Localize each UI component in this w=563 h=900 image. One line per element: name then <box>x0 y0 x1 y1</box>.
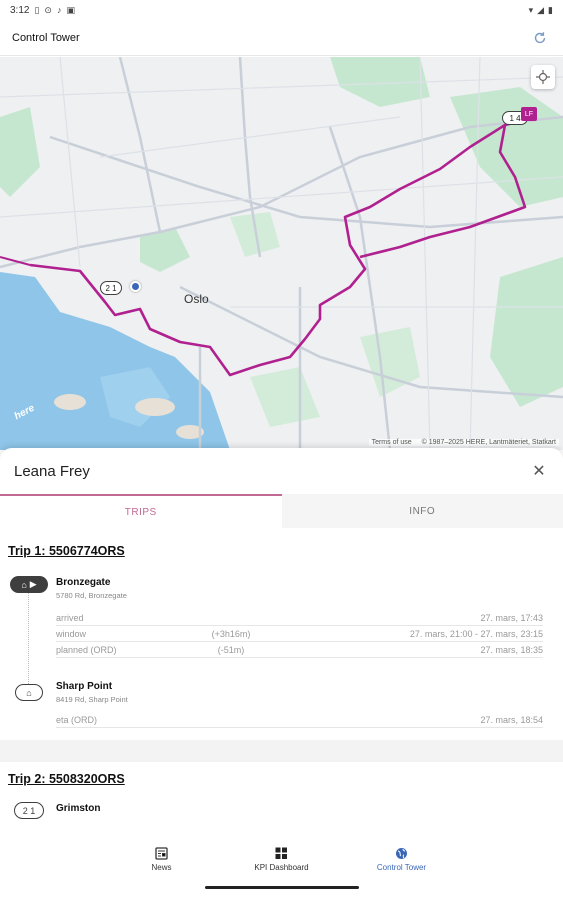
status-bar: 3:12 ▯ ⊙ ♪ ▣ ▾ ◢ ▮ <box>0 0 563 20</box>
bottom-nav: News KPI Dashboard Control Tower <box>0 842 563 900</box>
row-label: eta (ORD) <box>56 715 98 725</box>
stop-address: 8419 Rd, Sharp Point <box>56 695 128 704</box>
row-delta <box>186 712 276 727</box>
row-label: planned (ORD) <box>56 645 117 655</box>
map-marker-driver[interactable]: LF <box>521 107 537 121</box>
battery-icon: ▮ <box>548 4 553 15</box>
stop-marker: 2 1 <box>14 802 44 819</box>
stop-name: Bronzegate <box>56 577 111 588</box>
nav-kpi-label: KPI Dashboard <box>254 863 309 872</box>
square-icon: ▣ <box>66 4 75 15</box>
row-value: 27. mars, 18:35 <box>480 645 543 655</box>
play-icon: ▶ <box>29 579 37 589</box>
stop-detail-row: arrived 27. mars, 17:43 <box>56 610 543 626</box>
row-delta: (-51m) <box>217 645 245 655</box>
map-marker-count-label: 1 4 <box>509 113 521 123</box>
stop-detail-row: eta (ORD) 27. mars, 18:54 <box>56 712 543 728</box>
map-canvas <box>0 57 563 450</box>
globe-icon <box>395 846 409 860</box>
row-label: arrived <box>56 613 84 623</box>
status-time: 3:12 <box>10 4 30 16</box>
stop-item[interactable]: ⌂ ▶ Bronzegate 5780 Rd, Bronzegate arriv… <box>0 564 563 658</box>
tab-info[interactable]: INFO <box>282 494 563 528</box>
nav-news-label: News <box>151 863 172 872</box>
nav-control-tower[interactable]: Control Tower <box>362 846 442 900</box>
news-icon <box>155 846 169 860</box>
stop-name: Sharp Point <box>56 681 113 692</box>
stop-name: Grimston <box>56 803 101 814</box>
sheet-header: Leana Frey ✕ <box>0 448 563 494</box>
map-city-label: Oslo <box>184 292 209 306</box>
nav-control-tower-label: Control Tower <box>376 863 427 872</box>
trip-title[interactable]: Trip 2: 5508320ORS <box>0 766 563 792</box>
nav-news[interactable]: News <box>122 846 202 900</box>
map-view[interactable]: Oslo 1 4 LF 2 1 here Terms of use © 1987… <box>0 57 563 450</box>
app-bar: Control Tower <box>0 20 563 56</box>
sim-icon: ▯ <box>34 4 40 15</box>
stop-detail-row: window (+3h16m) 27. mars, 21:00 - 27. ma… <box>56 626 543 642</box>
trip-title[interactable]: Trip 1: 5506774ORS <box>0 538 563 564</box>
driver-name: Leana Frey <box>14 462 90 480</box>
row-label: window <box>56 629 87 639</box>
row-value: 27. mars, 18:54 <box>480 715 543 725</box>
refresh-icon[interactable] <box>529 27 551 49</box>
tab-trips[interactable]: TRIPS <box>0 494 282 528</box>
home-icon: ⌂ <box>26 687 32 698</box>
nav-kpi-dashboard[interactable]: KPI Dashboard <box>242 846 322 900</box>
wifi-icon: ▾ <box>528 4 534 15</box>
stop-marker: ⌂ ▶ <box>10 576 48 593</box>
signal-icon: ◢ <box>537 4 545 15</box>
location-icon: ⊙ <box>44 4 52 15</box>
trip-separator <box>0 740 563 762</box>
stop-address: 5780 Rd, Bronzegate <box>56 591 127 600</box>
driver-sheet: Leana Frey ✕ TRIPS INFO Trip 1: 5506774O… <box>0 448 563 842</box>
map-marker-origin[interactable] <box>130 281 141 292</box>
recenter-icon[interactable] <box>531 65 555 89</box>
row-value: 27. mars, 21:00 - 27. mars, 23:15 <box>409 629 543 639</box>
map-attribution: Terms of use © 1987–2025 HERE, Lantmäter… <box>368 439 559 446</box>
row-delta: (+3h16m) <box>211 629 251 639</box>
map-marker-driver-label: LF <box>524 110 534 118</box>
close-icon[interactable]: ✕ <box>529 461 549 481</box>
app-title: Control Tower <box>12 31 80 44</box>
stop-marker-label: 2 1 <box>22 805 36 816</box>
home-indicator[interactable] <box>205 886 359 889</box>
map-marker-count[interactable]: 2 1 <box>100 281 122 295</box>
row-delta <box>186 610 276 625</box>
stop-item[interactable]: 2 1 Grimston <box>0 792 563 819</box>
map-marker-count-label: 2 1 <box>105 283 117 293</box>
map-copyright: © 1987–2025 HERE, Lantmäteriet, Statkart <box>421 439 556 446</box>
tab-bar: TRIPS INFO <box>0 494 563 528</box>
home-icon: ⌂ <box>21 579 27 590</box>
grid-icon <box>275 846 289 860</box>
stop-marker: ⌂ <box>15 684 43 701</box>
trips-list: Trip 1: 5506774ORS ⌂ ▶ Bronzegate 5780 R… <box>0 528 563 819</box>
stop-detail-row: planned (ORD) (-51m) 27. mars, 18:35 <box>56 642 543 658</box>
row-value: 27. mars, 17:43 <box>480 613 543 623</box>
stop-item[interactable]: ⌂ Sharp Point 8419 Rd, Sharp Point eta (… <box>0 658 563 728</box>
tiktok-icon: ♪ <box>56 5 62 15</box>
terms-of-use-link[interactable]: Terms of use <box>372 439 412 446</box>
